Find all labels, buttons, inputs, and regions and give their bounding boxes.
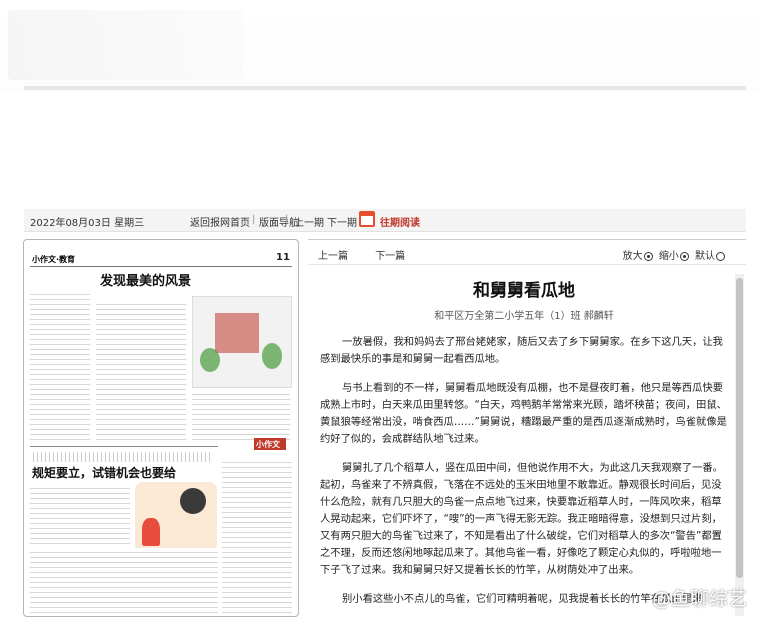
zoom-out-label: 缩小 (658, 251, 679, 262)
article-paragraph: 舅舅扎了几个稻草人，竖在瓜田中间，但他说作用不大，为此这几天我观察了一番。起初，… (320, 462, 723, 576)
article-paragraph: 与书上看到的不一样，舅舅看瓜地既没有瓜棚，也不是昼夜盯着，他只是等西瓜快要成熟上… (320, 382, 727, 445)
page-section-label: 小作文·教育 (32, 255, 76, 264)
issue-date-bar: 2022年08月03日 星期三 返回报网首页 | 版面导航 | 上一期 下一期 … (24, 209, 746, 232)
article-author: 和平区万全第二小学五年（1）班 郝麟轩 (434, 311, 614, 322)
separator: | (252, 214, 256, 225)
next-article-link[interactable]: 下一篇 (375, 251, 405, 262)
prev-article-link[interactable]: 上一篇 (318, 251, 348, 262)
page-number: 11 (276, 252, 290, 263)
separator: | (285, 214, 289, 225)
column-stamp: 小作文 (256, 440, 280, 449)
zoom-in-radio[interactable] (643, 251, 653, 261)
site-logo (8, 10, 243, 80)
article-nav: 上一篇 下一篇 (318, 247, 429, 262)
layout-nav-link[interactable]: 版面导航 (259, 214, 299, 229)
zoom-controls: 放大 缩小 默认 (623, 247, 728, 262)
prev-issue-link[interactable]: 上一期 (294, 214, 324, 229)
page-headline-top: 发现最美的风景 (100, 274, 192, 289)
zoom-default-label: 默认 (695, 251, 715, 262)
header-divider (24, 86, 746, 90)
reader-divider (308, 264, 746, 265)
calendar-icon[interactable] (359, 211, 375, 227)
top-banner (0, 0, 759, 92)
issue-date: 2022年08月03日 星期三 (30, 218, 145, 229)
article-body: 和舅舅看瓜地 和平区万全第二小学五年（1）班 郝麟轩 一放暑假，我和妈妈去了邢台… (320, 268, 728, 608)
newspaper-page-image[interactable]: 小作文·教育 11 发现最美的风景 小作文 规矩要立，试错机会也要给 (30, 248, 292, 616)
next-issue-link[interactable]: 下一期 (327, 214, 357, 229)
zoom-out-radio[interactable] (679, 251, 689, 261)
article-title: 和舅舅看瓜地 (473, 281, 575, 301)
zoom-in-label: 放大 (622, 251, 643, 262)
page-headline-bottom: 规矩要立，试错机会也要给 (32, 466, 177, 480)
article-paragraph: 一放暑假，我和妈妈去了邢台姥姥家，随后又去了乡下舅舅家。在乡下这几天，让我感到最… (320, 336, 723, 365)
past-issues-link[interactable]: 往期阅读 (380, 214, 420, 229)
zoom-default-radio[interactable] (716, 251, 725, 261)
watermark: @鱼聊综艺 (651, 588, 747, 610)
scrollbar-thumb[interactable] (736, 278, 743, 578)
article-reader: 上一篇 下一篇 放大 缩小 默认 和舅舅看瓜地 和平区万全第二小学五年（1）班 … (308, 239, 746, 616)
article-scrollbar[interactable] (735, 274, 744, 616)
home-link[interactable]: 返回报网首页 (190, 214, 250, 229)
newspaper-page-viewer[interactable]: 小作文·教育 11 发现最美的风景 小作文 规矩要立，试错机会也要给 (23, 239, 299, 617)
